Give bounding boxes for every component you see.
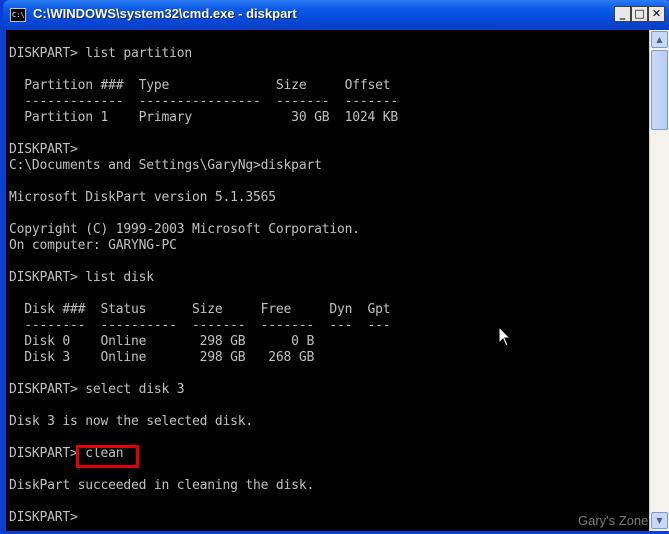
console-line: Disk 3 Online 298 GB 268 GB bbox=[9, 350, 315, 365]
console-line: Microsoft DiskPart version 5.1.3565 bbox=[9, 190, 276, 205]
console-line: C:\Documents and Settings\GaryNg>diskpar… bbox=[9, 158, 322, 173]
console-line: -------- ---------- ------- ------- --- … bbox=[9, 318, 391, 333]
console-line: On computer: GARYNG-PC bbox=[9, 238, 177, 253]
console-line: DISKPART> bbox=[9, 510, 78, 525]
console-line: DISKPART> clean bbox=[9, 446, 124, 461]
scroll-thumb[interactable] bbox=[651, 50, 668, 130]
console-line: Disk 0 Online 298 GB 0 B bbox=[9, 334, 315, 349]
window-title: C:\WINDOWS\system32\cmd.exe - diskpart bbox=[33, 6, 297, 21]
console-line: Disk 3 is now the selected disk. bbox=[9, 414, 254, 429]
clean-command-highlight bbox=[76, 445, 139, 468]
console-line: ------------- ---------------- ------- -… bbox=[9, 94, 398, 109]
console-line: DISKPART> bbox=[9, 142, 78, 157]
title-bar[interactable]: C:\ C:\WINDOWS\system32\cmd.exe - diskpa… bbox=[3, 0, 669, 30]
scroll-up-button[interactable]: ▲ bbox=[651, 31, 668, 48]
console-line: Partition 1 Primary 30 GB 1024 KB bbox=[9, 110, 398, 125]
cmd-icon[interactable]: C:\ bbox=[10, 8, 26, 22]
console-line: DISKPART> select disk 3 bbox=[9, 382, 185, 397]
cmd-window: C:\ C:\WINDOWS\system32\cmd.exe - diskpa… bbox=[0, 0, 669, 534]
minimize-button[interactable]: _ bbox=[614, 6, 631, 22]
close-button[interactable]: ✕ bbox=[648, 6, 665, 22]
console-line: DiskPart succeeded in cleaning the disk. bbox=[9, 478, 315, 493]
mouse-cursor-icon bbox=[498, 326, 512, 347]
console-line: Partition ### Type Size Offset bbox=[9, 78, 391, 93]
console-line: Disk ### Status Size Free Dyn Gpt bbox=[9, 302, 391, 317]
scroll-down-button[interactable]: ▼ bbox=[651, 512, 668, 529]
console-line: DISKPART> list disk bbox=[9, 270, 154, 285]
console-output[interactable]: DISKPART> list partition Partition ### T… bbox=[6, 30, 649, 531]
vertical-scrollbar[interactable]: ▲ ▼ bbox=[649, 30, 669, 531]
maximize-button[interactable]: □ bbox=[631, 6, 648, 22]
console-text: DISKPART> list partition Partition ### T… bbox=[9, 46, 398, 526]
watermark: Gary's Zone bbox=[578, 513, 649, 528]
console-line: DISKPART> list partition bbox=[9, 46, 193, 61]
console-line: Copyright (C) 1999-2003 Microsoft Corpor… bbox=[9, 222, 360, 237]
